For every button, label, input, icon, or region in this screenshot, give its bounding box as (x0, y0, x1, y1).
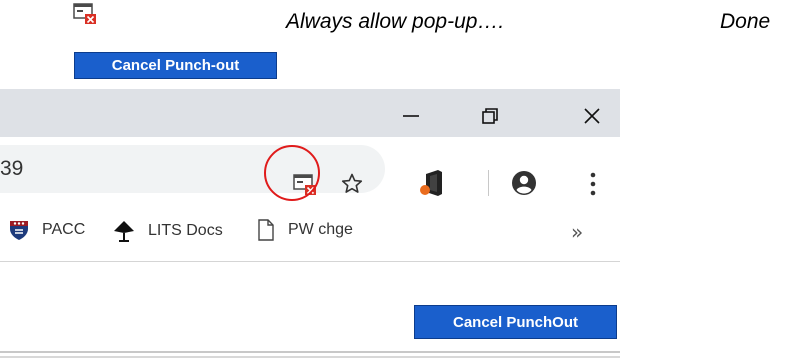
account-icon[interactable] (511, 170, 537, 196)
address-bar-text: 39 (0, 157, 24, 180)
toolbar-separator (488, 170, 489, 196)
browser-titlebar (0, 89, 620, 137)
lamp-icon (114, 221, 134, 242)
bookmark-pw-chge[interactable]: PW chge (256, 219, 353, 241)
close-icon (584, 108, 600, 124)
instruction-done: Done (720, 10, 771, 33)
office-extension-icon[interactable] (420, 168, 444, 198)
bookmark-lits-docs[interactable]: LITS Docs (112, 219, 223, 243)
star-icon[interactable] (340, 172, 364, 196)
bookmark-label: PW chge (288, 221, 353, 238)
menu-icon[interactable] (585, 171, 601, 197)
restore-button[interactable] (467, 96, 513, 136)
divider (0, 356, 620, 358)
divider (0, 351, 620, 353)
minimize-button[interactable] (388, 96, 434, 136)
penn-shield-icon (10, 221, 28, 240)
document-icon (258, 219, 274, 241)
popup-blocked-icon (73, 3, 96, 24)
bookmark-label: PACC (42, 221, 86, 238)
bookmark-label: LITS Docs (148, 222, 223, 239)
highlight-circle (264, 145, 320, 201)
address-bar[interactable] (0, 145, 385, 193)
bookmarks-overflow-button[interactable]: » (571, 220, 583, 244)
cancel-punch-out-button[interactable]: Cancel Punch-out (74, 52, 277, 79)
restore-icon (482, 108, 498, 124)
bookmark-pacc[interactable]: PACC (8, 219, 85, 241)
cancel-punchout-button[interactable]: Cancel PunchOut (414, 305, 617, 339)
minimize-icon (403, 115, 419, 117)
close-button[interactable] (569, 96, 615, 136)
instruction-always-allow-popup: Always allow pop-up…. (286, 10, 505, 33)
